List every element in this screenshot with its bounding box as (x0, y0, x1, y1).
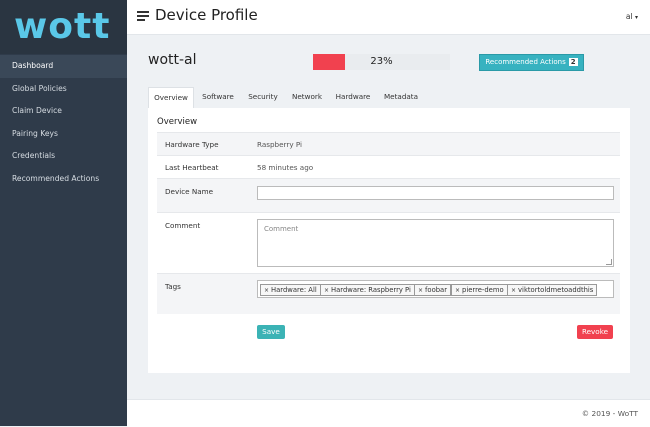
sidebar-item-global-policies[interactable]: Global Policies (0, 78, 127, 101)
tag-item[interactable]: × viktortoldmetoaddthis (507, 284, 598, 296)
main-content: wott-al 23% Recommended Actions 2 Overvie… (127, 35, 650, 399)
tab-overview[interactable]: Overview (148, 87, 194, 108)
section-title: Overview (157, 117, 198, 127)
sidebar-item-pairing-keys[interactable]: Pairing Keys (0, 123, 127, 146)
comment-row: Comment Comment (157, 212, 620, 273)
recommended-actions-button[interactable]: Recommended Actions 2 (479, 54, 584, 71)
device-name-label: Device Name (165, 187, 214, 196)
trust-score-label: 23% (370, 56, 393, 67)
overview-panel: Overview Hardware Type Raspberry Pi Last… (148, 108, 630, 373)
tab-bar: Overview Software Security Network Hardw… (148, 87, 630, 108)
menu-icon[interactable] (137, 11, 149, 21)
resize-handle-icon[interactable] (606, 259, 612, 265)
last-heartbeat-label: Last Heartbeat (165, 163, 219, 172)
remove-tag-icon[interactable]: × (264, 287, 269, 294)
logo-text: wott (14, 6, 111, 47)
device-name-input[interactable] (257, 186, 614, 200)
tab-network[interactable]: Network (288, 87, 326, 107)
trust-score-bar: 23% (313, 54, 450, 70)
remove-tag-icon[interactable]: × (418, 287, 423, 294)
hardware-type-value: Raspberry Pi (257, 140, 303, 149)
recommended-actions-count: 2 (568, 58, 578, 66)
tag-item[interactable]: × Hardware: All (260, 284, 321, 296)
tags-input[interactable]: × Hardware: All × Hardware: Raspberry Pi ×… (257, 280, 614, 298)
sidebar-item-claim-device[interactable]: Claim Device (0, 100, 127, 123)
sidebar-nav: Dashboard Global Policies Claim Device P… (0, 55, 127, 191)
remove-tag-icon[interactable]: × (455, 287, 460, 294)
revoke-button[interactable]: Revoke (577, 325, 613, 339)
tab-software[interactable]: Software (198, 87, 238, 107)
comment-label: Comment (165, 221, 201, 230)
save-button[interactable]: Save (257, 325, 285, 339)
tags-row: Tags × Hardware: All × Hardware: Raspberry… (157, 273, 620, 314)
page-title: Device Profile (155, 6, 258, 24)
device-name-row: Device Name (157, 178, 620, 212)
top-bar: Device Profile al ▾ (127, 0, 650, 35)
tag-item[interactable]: × Hardware: Raspberry Pi (320, 284, 415, 296)
last-heartbeat-row: Last Heartbeat 58 minutes ago (157, 155, 620, 178)
sidebar-item-recommended-actions[interactable]: Recommended Actions (0, 168, 127, 191)
tag-item[interactable]: × foobar (414, 284, 452, 296)
footer-copyright: © 2019 - WoTT (581, 409, 638, 418)
recommended-actions-label: Recommended Actions (485, 58, 566, 66)
device-card: wott-al 23% Recommended Actions 2 Overvie… (146, 47, 630, 382)
comment-textarea[interactable]: Comment (257, 219, 614, 267)
footer: © 2019 - WoTT (127, 399, 650, 427)
tab-security[interactable]: Security (245, 87, 281, 107)
sidebar-item-dashboard[interactable]: Dashboard (0, 55, 127, 78)
tab-metadata[interactable]: Metadata (380, 87, 422, 107)
device-name-heading: wott-al (148, 52, 197, 68)
chevron-down-icon: ▾ (634, 14, 638, 21)
user-menu[interactable]: al ▾ (626, 12, 638, 21)
tag-item[interactable]: × pierre-demo (451, 284, 508, 296)
user-name: al (625, 12, 633, 21)
sidebar: wott Dashboard Global Policies Claim Dev… (0, 0, 127, 426)
remove-tag-icon[interactable]: × (511, 287, 516, 294)
sidebar-item-credentials[interactable]: Credentials (0, 145, 127, 168)
hardware-type-row: Hardware Type Raspberry Pi (157, 132, 620, 155)
hardware-type-label: Hardware Type (165, 140, 219, 149)
remove-tag-icon[interactable]: × (324, 287, 329, 294)
tab-hardware[interactable]: Hardware (333, 87, 373, 107)
logo[interactable]: wott (0, 0, 127, 54)
tags-label: Tags (165, 282, 181, 291)
comment-placeholder: Comment (264, 225, 299, 233)
last-heartbeat-value: 58 minutes ago (257, 163, 314, 172)
